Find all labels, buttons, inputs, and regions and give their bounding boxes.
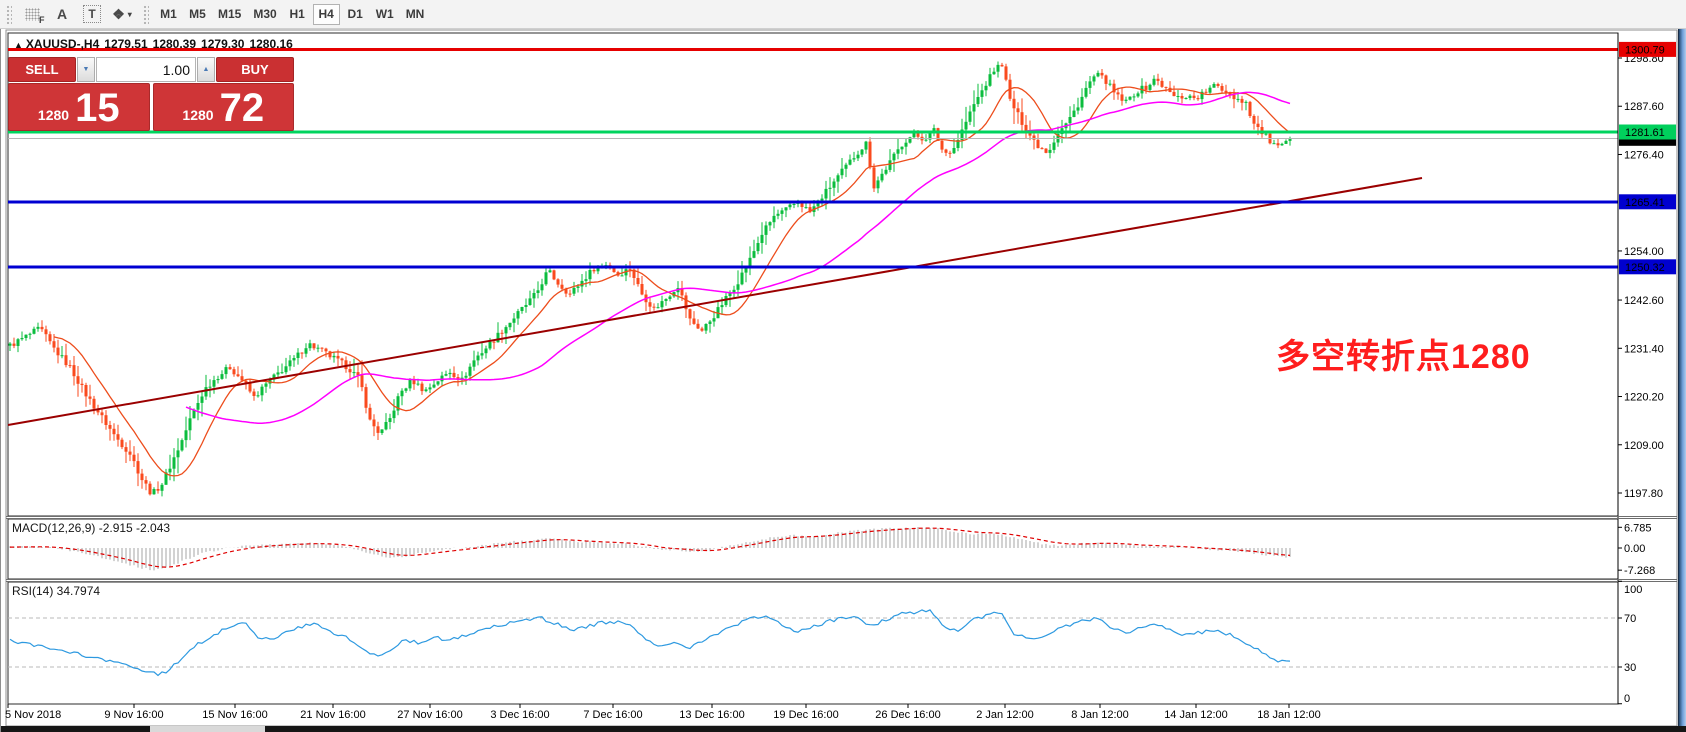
svg-text:1287.60: 1287.60 xyxy=(1624,101,1664,113)
window-left-border xyxy=(0,29,1,732)
symbol-period-label: XAUUSD-,H4 xyxy=(26,37,99,51)
timeframe-h1[interactable]: H1 xyxy=(284,4,311,25)
svg-text:-7.268: -7.268 xyxy=(1624,565,1655,577)
volume-input[interactable] xyxy=(96,57,196,82)
date-axis-label: 27 Nov 16:00 xyxy=(397,709,462,721)
svg-text:1250.32: 1250.32 xyxy=(1625,262,1665,274)
buy-price-main: 1280 xyxy=(182,107,213,123)
drawing-tools-group: FAT ❖▾ xyxy=(17,3,137,25)
timeframe-w1[interactable]: W1 xyxy=(371,4,399,25)
date-axis-label: 7 Dec 16:00 xyxy=(583,709,642,721)
date-axis-label: 18 Jan 12:00 xyxy=(1257,709,1321,721)
buy-price-pips: 72 xyxy=(220,86,265,130)
svg-text:1231.40: 1231.40 xyxy=(1624,343,1664,355)
symbol-marker-icon: ▲ xyxy=(14,40,23,50)
arrow-tools-icon[interactable]: ❖▾ xyxy=(110,3,134,25)
ohlc-close: 1280.16 xyxy=(249,37,292,51)
chevron-up-icon: ▲ xyxy=(203,66,210,73)
text-label-icon[interactable]: T xyxy=(80,3,104,25)
toolbar-drag-grip[interactable] xyxy=(5,4,12,24)
rsi-panel xyxy=(8,582,1618,704)
script-f-icon[interactable]: F xyxy=(20,3,44,25)
svg-text:1265.41: 1265.41 xyxy=(1625,197,1665,209)
date-axis-label: 26 Dec 16:00 xyxy=(875,709,940,721)
scrollbar-thumb[interactable] xyxy=(150,726,265,732)
buy-button[interactable]: BUY xyxy=(216,57,294,82)
rsi-indicator-label: RSI(14) 34.7974 xyxy=(12,584,100,598)
svg-text:1300.79: 1300.79 xyxy=(1625,44,1665,56)
svg-text:1242.60: 1242.60 xyxy=(1624,295,1664,307)
svg-text:1281.61: 1281.61 xyxy=(1625,127,1665,139)
volume-decrease-button[interactable]: ▼ xyxy=(77,57,95,82)
date-axis-label: 2 Jan 12:00 xyxy=(976,709,1034,721)
date-axis-label: 3 Dec 16:00 xyxy=(490,709,549,721)
one-click-trading-panel: SELL ▼ ▲ BUY 1280 15 1280 72 xyxy=(8,57,294,131)
chart-ohlc-header: ▲XAUUSD-,H4 1279.51 1280.39 1279.30 1280.16 xyxy=(14,37,298,51)
date-axis-label: 19 Dec 16:00 xyxy=(773,709,838,721)
date-axis-label: 15 Nov 16:00 xyxy=(202,709,267,721)
svg-text:6.785: 6.785 xyxy=(1624,522,1652,534)
svg-text:30: 30 xyxy=(1624,662,1636,674)
svg-text:1276.40: 1276.40 xyxy=(1624,149,1664,161)
timeframe-m5[interactable]: M5 xyxy=(184,4,211,25)
chevron-down-icon: ▾ xyxy=(128,10,132,19)
svg-text:0.00: 0.00 xyxy=(1624,543,1645,555)
date-axis-label: 14 Jan 12:00 xyxy=(1164,709,1228,721)
sell-price-button[interactable]: 1280 15 xyxy=(8,83,150,131)
macd-indicator-label: MACD(12,26,9) -2.915 -2.043 xyxy=(12,521,170,535)
date-axis-label: 21 Nov 16:00 xyxy=(300,709,365,721)
svg-text:1209.00: 1209.00 xyxy=(1624,440,1664,452)
date-axis-label: 8 Jan 12:00 xyxy=(1071,709,1129,721)
svg-text:0: 0 xyxy=(1624,693,1630,705)
timeframe-d1[interactable]: D1 xyxy=(342,4,369,25)
svg-text:70: 70 xyxy=(1624,613,1636,625)
svg-text:1220.20: 1220.20 xyxy=(1624,392,1664,404)
ohlc-low: 1279.30 xyxy=(201,37,244,51)
chevron-down-icon: ▼ xyxy=(83,66,90,73)
sell-button[interactable]: SELL xyxy=(8,57,76,82)
volume-increase-button[interactable]: ▲ xyxy=(197,57,215,82)
svg-text:1254.00: 1254.00 xyxy=(1624,246,1664,258)
window-edge-strip xyxy=(1678,0,1686,732)
ohlc-high: 1280.39 xyxy=(153,37,196,51)
svg-text:100: 100 xyxy=(1624,584,1642,596)
date-axis-label: 9 Nov 16:00 xyxy=(104,709,163,721)
insert-text-icon[interactable]: A xyxy=(50,3,74,25)
sell-price-pips: 15 xyxy=(75,86,120,130)
timeframe-h4[interactable]: H4 xyxy=(313,4,340,25)
svg-text:1197.80: 1197.80 xyxy=(1624,488,1663,500)
ohlc-open: 1279.51 xyxy=(104,37,147,51)
horizontal-scrollbar[interactable] xyxy=(0,726,1686,732)
timeframe-m1[interactable]: M1 xyxy=(155,4,182,25)
buy-price-button[interactable]: 1280 72 xyxy=(153,83,295,131)
date-axis-label: 5 Nov 2018 xyxy=(5,709,61,721)
toolbar-drag-grip-2[interactable] xyxy=(142,4,149,24)
macd-panel xyxy=(8,519,1618,579)
timeframe-mn[interactable]: MN xyxy=(401,4,430,25)
timeframe-m15[interactable]: M15 xyxy=(213,4,246,25)
timeframe-toolbar: M1M5M15M30H1H4D1W1MN xyxy=(154,4,430,25)
chart-text-annotation: 多空转折点1280 xyxy=(1276,329,1531,378)
toolbar: FAT ❖▾ M1M5M15M30H1H4D1W1MN xyxy=(0,0,1686,29)
date-axis-label: 13 Dec 16:00 xyxy=(679,709,744,721)
sell-price-main: 1280 xyxy=(38,107,69,123)
timeframe-m30[interactable]: M30 xyxy=(248,4,281,25)
